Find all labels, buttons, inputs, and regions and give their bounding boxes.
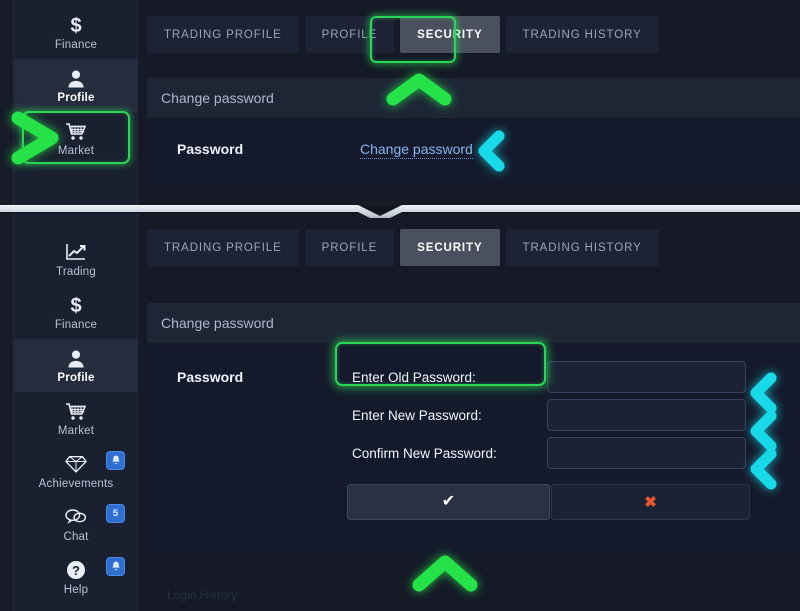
sidebar-item-profile[interactable]: Profile [14,339,138,392]
sidebar-nav-bottom: Trading $ Finance Profile Market Achieve… [14,233,138,604]
confirm-button[interactable]: ✔ [347,484,550,520]
sidebar-item-trading[interactable]: Trading [14,233,138,286]
sidebar-item-finance[interactable]: $ Finance [14,286,138,339]
bottom-screenshot-panel: Trading $ Finance Profile Market Achieve… [0,213,800,611]
help-notification-badge[interactable] [106,557,125,576]
sidebar-item-finance[interactable]: $ Finance [14,6,138,59]
content-bottom: TRADING PROFILE PROFILE SECURITY TRADING… [139,213,800,611]
tab-profile[interactable]: PROFILE [304,16,395,53]
sidebar-top: Trading $ Finance [14,0,138,206]
tab-label: TRADING PROFILE [164,28,282,41]
sidebar-item-label: Profile [57,371,95,384]
sidebar-item-achievements[interactable]: Achievements [14,445,138,498]
dollar-icon: $ [65,295,87,316]
tab-profile[interactable]: PROFILE [304,229,395,266]
sidebar-item-label: Finance [54,38,98,51]
section-header-top: Change password [147,78,800,118]
sidebar-item-help[interactable]: ? Help [14,551,138,604]
tab-label: SECURITY [417,28,483,41]
sidebar-item-label: Chat [63,530,89,543]
tab-label: PROFILE [321,241,378,254]
sidebar-nav-top: Trading $ Finance [14,0,138,165]
sidebar-item-chat[interactable]: Chat 5 [14,498,138,551]
section-title: Change password [161,315,274,331]
bell-icon [111,455,120,465]
bell-icon [111,561,120,571]
tab-trading-history[interactable]: TRADING HISTORY [505,16,659,53]
svg-text:?: ? [72,563,80,578]
check-icon: ✔ [441,493,456,510]
confirm-password-input[interactable] [547,437,746,469]
password-row-label: Password [177,141,244,157]
sidebar-item-market[interactable]: Market [14,392,138,445]
sidebar-item-label: Market [57,144,95,157]
confirm-password-label: Confirm New Password: [352,445,497,461]
section-header-bottom: Change password [147,303,800,343]
tab-trading-profile[interactable]: TRADING PROFILE [147,229,299,266]
screenshot-root: Trading $ Finance [0,0,800,611]
new-password-label: Enter New Password: [352,407,482,423]
tab-label: SECURITY [417,241,483,254]
chat-icon [65,507,87,528]
new-password-input[interactable] [547,399,746,431]
chart-line-icon [65,242,87,263]
section-title: Change password [161,90,274,106]
tab-label: TRADING PROFILE [164,241,282,254]
password-row-card: Password Change password [147,120,800,183]
tab-security[interactable]: SECURITY [400,229,500,266]
cart-icon [65,401,87,422]
change-password-form-card: Password Enter Old Password: Enter New P… [147,346,800,556]
tab-label: TRADING HISTORY [522,28,642,41]
user-icon [65,68,87,89]
dollar-icon: $ [65,15,87,36]
sidebar-item-label: Profile [57,91,95,104]
cancel-button[interactable]: ✖ [551,484,750,520]
sidebar-item-profile[interactable]: Profile [14,59,138,112]
old-password-input[interactable] [547,361,746,393]
sidebar-item-label: Finance [54,318,98,331]
tabbar-top: TRADING PROFILE PROFILE SECURITY TRADING… [147,16,659,53]
sidebar-item-label: Achievements [38,477,114,490]
sidebar-bottom: Trading $ Finance Profile Market Achieve… [14,213,138,611]
tab-label: PROFILE [321,28,378,41]
user-icon [65,348,87,369]
tab-trading-profile[interactable]: TRADING PROFILE [147,16,299,53]
login-history-faint-label: Login History [167,588,238,602]
left-rail [0,0,14,206]
field-row-old-password: Enter Old Password: [147,360,800,394]
svg-text:$: $ [70,15,81,36]
field-row-new-password: Enter New Password: [147,398,800,432]
chat-unread-count: 5 [112,508,119,519]
chat-unread-badge[interactable]: 5 [106,504,125,523]
top-screenshot-panel: Trading $ Finance [0,0,800,206]
tab-trading-history[interactable]: TRADING HISTORY [505,229,659,266]
sidebar-item-label: Market [57,424,95,437]
cart-icon [65,121,87,142]
achievements-notification-badge[interactable] [106,451,125,470]
change-password-link[interactable]: Change password [360,141,473,159]
sidebar-item-label: Trading [56,265,96,278]
svg-text:$: $ [70,295,81,316]
content-top: TRADING PROFILE PROFILE SECURITY TRADING… [139,0,800,206]
tab-label: TRADING HISTORY [522,241,642,254]
old-password-label: Enter Old Password: [352,369,476,385]
tabbar-bottom: TRADING PROFILE PROFILE SECURITY TRADING… [147,229,659,266]
field-row-confirm-password: Confirm New Password: [147,436,800,470]
sidebar-item-label: Help [63,583,89,596]
close-icon: ✖ [644,493,657,511]
sidebar-item-market[interactable]: Market [14,112,138,165]
diamond-icon [65,454,87,475]
tab-security[interactable]: SECURITY [400,16,500,53]
left-rail [0,213,14,611]
question-icon: ? [65,560,87,581]
